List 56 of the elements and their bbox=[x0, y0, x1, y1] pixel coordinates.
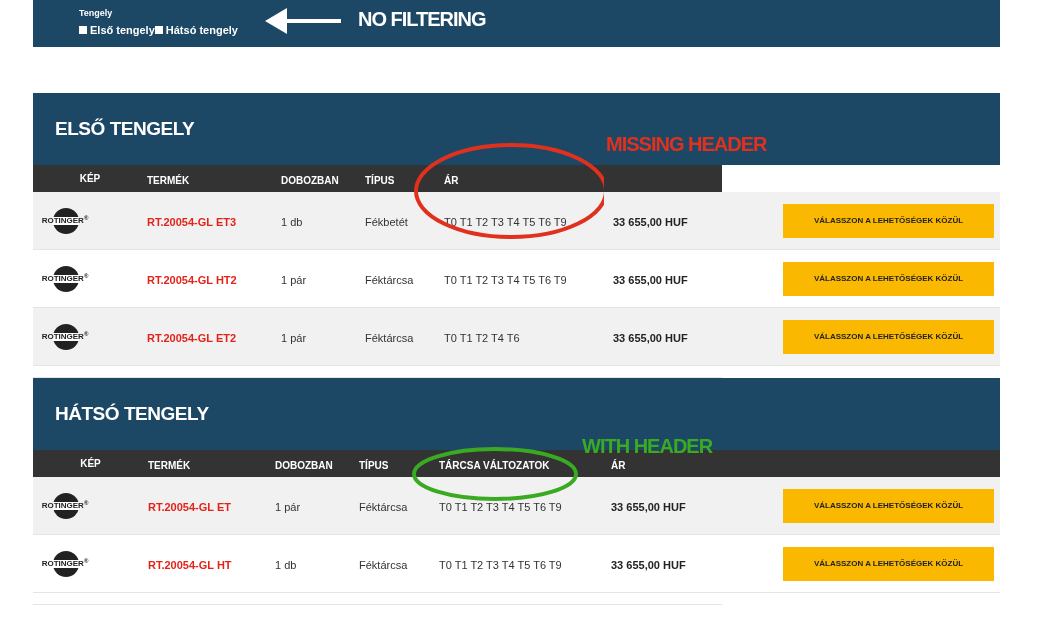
section-title: HÁTSÓ TENGELY bbox=[55, 401, 209, 426]
price-text: 33 655,00 HUF bbox=[613, 215, 688, 228]
brand-logo: ROTINGER$^{®}$ bbox=[41, 321, 89, 352]
variants-text: T0 T1 T2 T3 T4 T5 T6 T9 bbox=[439, 500, 562, 513]
choose-options-button[interactable]: VÁLASSZON A LEHETŐSÉGEK KÖZÜL bbox=[783, 261, 994, 296]
variants-text: T0 T1 T2 T4 T6 bbox=[444, 331, 520, 344]
brand-logo: ROTINGER$^{®}$ bbox=[41, 263, 89, 294]
type-text: Féktárcsa bbox=[365, 273, 414, 286]
product-link[interactable]: RT.20054-GL HT2 bbox=[147, 273, 237, 286]
product-link[interactable]: RT.20054-GL ET2 bbox=[147, 331, 237, 344]
choose-options-button[interactable]: VÁLASSZON A LEHETŐSÉGEK KÖZÜL bbox=[783, 319, 994, 354]
column-heading: TÍPUS bbox=[365, 174, 395, 186]
checkbox-label[interactable]: Első tengely bbox=[90, 21, 155, 39]
column-heading: DOBOZBAN bbox=[281, 174, 339, 186]
type-text: Fékbetét bbox=[365, 215, 408, 228]
column-heading: TERMÉK bbox=[148, 459, 191, 471]
brand-logo: ROTINGER$^{®}$ bbox=[41, 205, 89, 236]
arrow-icon bbox=[265, 8, 341, 34]
section-title: ELSŐ TENGELY bbox=[55, 116, 195, 141]
column-heading: ÁR bbox=[444, 174, 459, 186]
quantity-text: 1 pár bbox=[281, 331, 307, 344]
annotation-text: NO FILTERING bbox=[358, 9, 486, 29]
annotation-text: MISSING HEADER bbox=[606, 134, 767, 154]
quantity-text: 1 db bbox=[281, 215, 303, 228]
column-heading: TERMÉK bbox=[147, 174, 190, 186]
choose-options-button[interactable]: VÁLASSZON A LEHETŐSÉGEK KÖZÜL bbox=[783, 203, 994, 238]
choose-options-button[interactable]: VÁLASSZON A LEHETŐSÉGEK KÖZÜL bbox=[783, 488, 994, 523]
column-heading: TÍPUS bbox=[359, 459, 389, 471]
filter-label: Tengely bbox=[79, 8, 114, 18]
type-text: Féktárcsa bbox=[359, 500, 408, 513]
price-text: 33 655,00 HUF bbox=[611, 500, 686, 513]
quantity-text: 1 pár bbox=[281, 273, 307, 286]
choose-options-button[interactable]: VÁLASSZON A LEHETŐSÉGEK KÖZÜL bbox=[783, 546, 994, 581]
price-text: 33 655,00 HUF bbox=[613, 331, 688, 344]
variants-text: T0 T1 T2 T3 T4 T5 T6 T9 bbox=[439, 558, 562, 571]
quantity-text: 1 db bbox=[275, 558, 297, 571]
variants-text: T0 T1 T2 T3 T4 T5 T6 T9 bbox=[444, 273, 567, 286]
column-heading: KÉP bbox=[80, 456, 101, 471]
column-heading: ÁR bbox=[611, 459, 626, 471]
checkbox-label[interactable]: Hátsó tengely bbox=[165, 21, 238, 39]
column-heading: TÁRCSA VÁLTOZATOK bbox=[439, 459, 550, 471]
checkbox[interactable] bbox=[154, 26, 163, 34]
column-heading: DOBOZBAN bbox=[275, 459, 333, 471]
brand-logo: ROTINGER$^{®}$ bbox=[41, 548, 89, 579]
type-text: Féktárcsa bbox=[365, 331, 414, 344]
checkbox[interactable] bbox=[79, 26, 87, 34]
annotation-text: WITH HEADER bbox=[582, 436, 713, 456]
product-link[interactable]: RT.20054-GL HT bbox=[148, 558, 232, 571]
product-link[interactable]: RT.20054-GL ET bbox=[148, 500, 231, 513]
product-link[interactable]: RT.20054-GL ET3 bbox=[147, 215, 237, 228]
type-text: Féktárcsa bbox=[359, 558, 408, 571]
brand-logo: ROTINGER$^{®}$ bbox=[41, 490, 89, 521]
column-heading: KÉP bbox=[79, 171, 101, 186]
price-text: 33 655,00 HUF bbox=[613, 273, 688, 286]
quantity-text: 1 pár bbox=[275, 500, 301, 513]
price-text: 33 655,00 HUF bbox=[611, 558, 686, 571]
